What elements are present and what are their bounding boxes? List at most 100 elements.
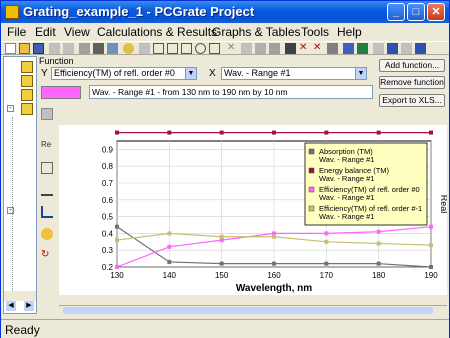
function-group-label: Function: [39, 56, 74, 66]
series-point: [167, 244, 172, 249]
add-function-button[interactable]: Add function...: [379, 59, 445, 72]
table-icon[interactable]: [357, 43, 368, 54]
series-point: [115, 238, 119, 243]
series-point: [376, 241, 381, 246]
menu-bar: File Edit View Calculations & Results Gr…: [1, 23, 449, 41]
project-tree[interactable]: - - ◀ ▶: [3, 56, 37, 314]
status-text: Ready: [5, 323, 40, 337]
y-tick-label: 0.6: [102, 196, 114, 205]
y-tick-label: 0.7: [102, 179, 114, 188]
range-description: Wav. - Range #1 - from 130 nm to 190 nm …: [89, 85, 373, 99]
menu-graphs-tables[interactable]: Graphs & Tables: [212, 25, 301, 39]
paste-icon[interactable]: [63, 43, 74, 54]
minimize-button[interactable]: _: [387, 3, 405, 21]
zoom-in-icon[interactable]: [181, 43, 192, 54]
real-axis-icon[interactable]: Re: [41, 140, 53, 152]
menu-tools[interactable]: Tools: [301, 25, 329, 39]
status-bar: Ready: [1, 319, 449, 338]
tool-icon-f[interactable]: [373, 43, 384, 54]
x-function-select[interactable]: Wav. - Range #1 ▼: [221, 67, 367, 80]
y-function-select[interactable]: Efficiency(TM) of refl. order #0 ▼: [51, 67, 197, 80]
x-tick-label: 130: [110, 271, 124, 280]
series-point: [272, 234, 276, 239]
menu-file[interactable]: File: [7, 25, 26, 39]
chart-area[interactable]: 130 140 150 160 170 180 190 0.2 0.3 0.4 0.5 0.6 0.7 0…: [59, 125, 449, 295]
cut-icon[interactable]: [79, 43, 90, 54]
legend-entry-sub: Wav. - Range #1: [319, 193, 374, 202]
x-label: X: [209, 68, 216, 79]
print-preview-icon[interactable]: [107, 43, 118, 54]
export-xls-button[interactable]: Export to XLS...: [379, 94, 445, 107]
y-axis-label: Real: [439, 195, 447, 214]
palette-icon[interactable]: [41, 228, 53, 240]
scroll-thumb[interactable]: [63, 307, 433, 314]
folder-icon[interactable]: [21, 75, 33, 87]
properties-icon[interactable]: [139, 43, 150, 54]
help-icon[interactable]: [123, 43, 134, 54]
tool-icon-c[interactable]: [269, 43, 280, 54]
zoom-icon[interactable]: [195, 43, 206, 54]
remove-function-button[interactable]: Remove function: [379, 76, 445, 89]
scroll-right-icon[interactable]: ▶: [24, 301, 34, 311]
maximize-button[interactable]: □: [407, 3, 425, 21]
remove-graph-icon[interactable]: ✕: [299, 43, 310, 54]
delete-icon[interactable]: ✕: [227, 43, 238, 54]
title-bar[interactable]: Grating_example_1 - PCGrate Project _ □ …: [1, 1, 449, 23]
menu-view[interactable]: View: [64, 25, 90, 39]
copy-icon[interactable]: [49, 43, 60, 54]
x-tick-label: 170: [320, 271, 334, 280]
x-tick-label: 180: [372, 271, 386, 280]
hand-icon[interactable]: [167, 43, 178, 54]
tool-icon-a[interactable]: [241, 43, 252, 54]
folder-icon[interactable]: [21, 103, 33, 115]
save-icon[interactable]: [33, 43, 44, 54]
y-tick-label: 0.4: [102, 229, 114, 238]
menu-help[interactable]: Help: [337, 25, 362, 39]
calc-icon[interactable]: [387, 43, 398, 54]
chevron-down-icon[interactable]: ▼: [185, 68, 196, 79]
x-tick-label: 190: [424, 271, 438, 280]
menu-calculations-results[interactable]: Calculations & Results: [97, 25, 217, 39]
tree-expand-icon[interactable]: -: [7, 207, 14, 214]
series-point: [429, 265, 433, 269]
grid-icon[interactable]: [41, 162, 53, 174]
fit-icon[interactable]: [209, 43, 220, 54]
open-folder-icon[interactable]: [19, 43, 30, 54]
menu-edit[interactable]: Edit: [35, 25, 56, 39]
print-icon[interactable]: [93, 43, 104, 54]
series-point: [324, 239, 329, 244]
tool-icon-g[interactable]: [401, 43, 412, 54]
remove-table-icon[interactable]: ✕: [313, 43, 324, 54]
scroll-left-icon[interactable]: ◀: [6, 301, 16, 311]
folder-icon[interactable]: [21, 61, 33, 73]
series-point: [115, 130, 119, 135]
legend-entry-sub: Wav. - Range #1: [319, 174, 374, 183]
refresh-icon[interactable]: ↻: [41, 250, 53, 262]
folder-icon[interactable]: [21, 89, 33, 101]
chart-icon[interactable]: [41, 206, 53, 218]
series-color-swatch[interactable]: [41, 86, 81, 99]
line-icon[interactable]: [41, 184, 53, 196]
tool-icon-d[interactable]: [285, 43, 296, 54]
x-tick-label: 140: [163, 271, 177, 280]
series-point: [429, 130, 433, 135]
legend-entry-sub: Wav. - Range #1: [319, 212, 374, 221]
tool-icon-b[interactable]: [255, 43, 266, 54]
tree-expand-icon[interactable]: -: [7, 105, 14, 112]
legend-swatch: [308, 186, 315, 193]
series-point: [219, 130, 224, 135]
pointer-icon[interactable]: [153, 43, 164, 54]
chart-horizontal-scrollbar[interactable]: [59, 305, 447, 315]
app-icon: [5, 5, 19, 19]
tool-icon-h[interactable]: [415, 43, 426, 54]
series-point: [272, 130, 276, 135]
graph-tool-icon[interactable]: [41, 108, 53, 120]
graph-icon[interactable]: [343, 43, 354, 54]
tool-icon-e[interactable]: [327, 43, 338, 54]
close-button[interactable]: ✕: [427, 3, 445, 21]
series-point: [219, 234, 224, 239]
chevron-down-icon[interactable]: ▼: [355, 68, 366, 79]
function-panel: Function Y Efficiency(TM) of refl. order…: [37, 56, 375, 106]
new-file-icon[interactable]: [5, 43, 16, 54]
tree-scrollbar[interactable]: [4, 291, 36, 301]
